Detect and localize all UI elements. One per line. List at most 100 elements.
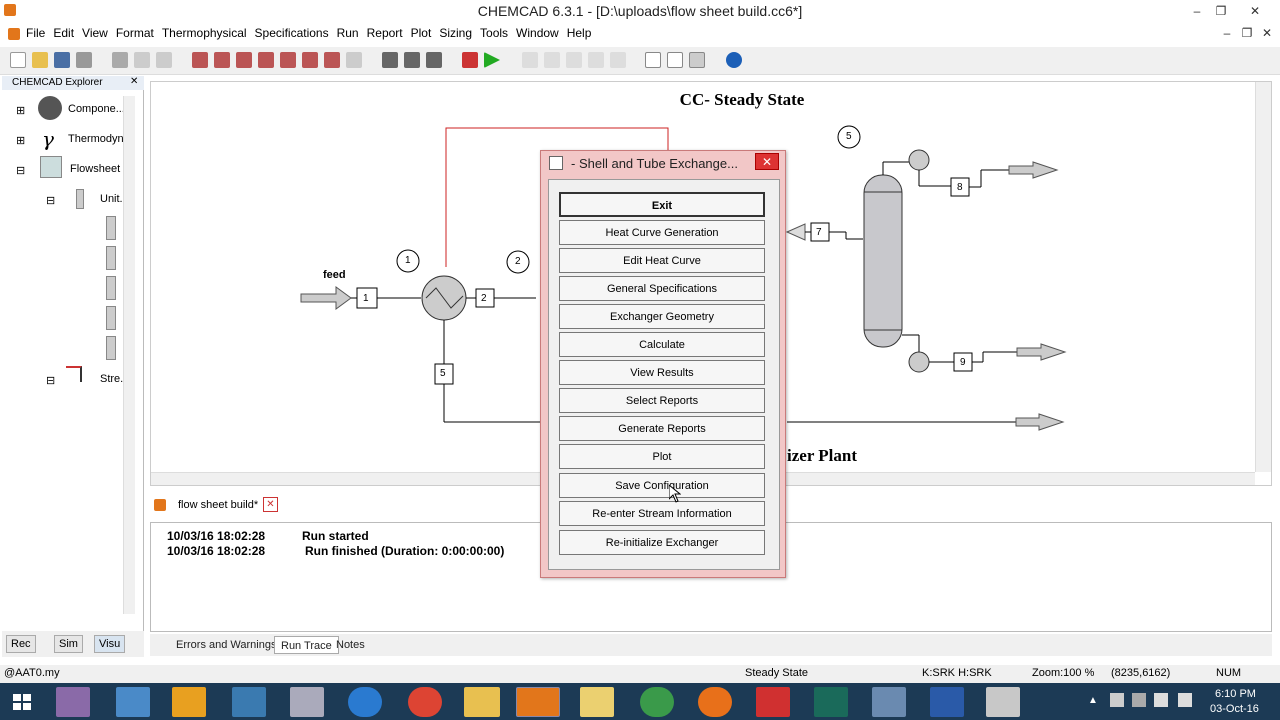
reset-icon[interactable] bbox=[610, 52, 626, 68]
zoom-out-icon[interactable] bbox=[236, 52, 252, 68]
word-icon[interactable] bbox=[930, 687, 964, 717]
c-icon[interactable] bbox=[645, 52, 661, 68]
zoom-in-icon[interactable] bbox=[214, 52, 230, 68]
layer-icon[interactable] bbox=[346, 52, 362, 68]
tree-expand-icon[interactable]: ⊞ bbox=[16, 104, 25, 117]
stop-icon[interactable] bbox=[566, 52, 582, 68]
app-icon[interactable] bbox=[640, 687, 674, 717]
menu-view[interactable]: View bbox=[78, 23, 112, 43]
tree-collapse-icon[interactable]: ⊟ bbox=[46, 194, 55, 207]
tree-item-flowsheet[interactable]: Flowsheet bbox=[70, 163, 120, 175]
generate-reports-button[interactable]: Generate Reports bbox=[559, 416, 765, 441]
menu-window[interactable]: Window bbox=[512, 23, 563, 43]
menu-specifications[interactable]: Specifications bbox=[251, 23, 333, 43]
lock-icon[interactable] bbox=[426, 52, 442, 68]
unit-item-icon[interactable] bbox=[106, 216, 116, 240]
info-icon[interactable] bbox=[726, 52, 742, 68]
menu-run[interactable]: Run bbox=[333, 23, 363, 43]
zoom-icon[interactable] bbox=[192, 52, 208, 68]
menu-sizing[interactable]: Sizing bbox=[435, 23, 476, 43]
pause-icon[interactable] bbox=[544, 52, 560, 68]
zoom-window-icon[interactable] bbox=[280, 52, 296, 68]
plot-button[interactable]: Plot bbox=[559, 444, 765, 469]
exchanger-geometry-button[interactable]: Exchanger Geometry bbox=[559, 304, 765, 329]
p-icon[interactable] bbox=[667, 52, 683, 68]
menu-help[interactable]: Help bbox=[563, 23, 596, 43]
menu-format[interactable]: Format bbox=[112, 23, 158, 43]
open-icon[interactable] bbox=[32, 52, 48, 68]
exit-button[interactable]: Exit bbox=[559, 192, 765, 217]
chrome-icon[interactable] bbox=[408, 687, 442, 717]
tray-chevron-icon[interactable]: ▲ bbox=[1088, 695, 1098, 706]
tab-notes[interactable]: Notes bbox=[330, 636, 371, 654]
recorder-icon[interactable] bbox=[756, 687, 790, 717]
print-preview-icon[interactable] bbox=[76, 52, 92, 68]
firefox-icon[interactable] bbox=[698, 687, 732, 717]
unit-item-icon[interactable] bbox=[106, 246, 116, 270]
canvas-vertical-scrollbar[interactable] bbox=[1255, 82, 1271, 472]
edit-heat-curve-button[interactable]: Edit Heat Curve bbox=[559, 248, 765, 273]
run-step-icon[interactable] bbox=[462, 52, 478, 68]
tree-item-components[interactable]: Compone... bbox=[68, 103, 125, 115]
record-icon[interactable] bbox=[522, 52, 538, 68]
copy-icon[interactable] bbox=[134, 52, 150, 68]
chemcad-taskbar-icon[interactable] bbox=[516, 687, 560, 717]
save-configuration-button[interactable]: Save Configuration bbox=[559, 473, 765, 498]
app-icon[interactable] bbox=[56, 687, 90, 717]
menu-plot[interactable]: Plot bbox=[407, 23, 436, 43]
app-icon[interactable] bbox=[814, 687, 848, 717]
volume-icon[interactable] bbox=[1178, 693, 1192, 707]
tray-icon[interactable] bbox=[1110, 693, 1124, 707]
network-icon[interactable] bbox=[1154, 693, 1168, 707]
chart-icon[interactable] bbox=[689, 52, 705, 68]
file-explorer-icon[interactable] bbox=[464, 687, 500, 717]
app-icon[interactable] bbox=[116, 687, 150, 717]
tray-icon[interactable] bbox=[1132, 693, 1146, 707]
menu-edit[interactable]: Edit bbox=[49, 23, 78, 43]
tree-collapse-icon[interactable]: ⊟ bbox=[46, 374, 55, 387]
cut-icon[interactable] bbox=[112, 52, 128, 68]
folder-icon[interactable] bbox=[580, 687, 614, 717]
step-icon[interactable] bbox=[588, 52, 604, 68]
tab-recent[interactable]: Rec bbox=[6, 635, 36, 653]
tools-icon[interactable] bbox=[404, 52, 420, 68]
view-results-button[interactable]: View Results bbox=[559, 360, 765, 385]
heat-curve-generation-button[interactable]: Heat Curve Generation bbox=[559, 220, 765, 245]
pan-icon[interactable] bbox=[302, 52, 318, 68]
app-icon[interactable] bbox=[872, 687, 906, 717]
app-icon[interactable] bbox=[986, 687, 1020, 717]
internet-explorer-icon[interactable] bbox=[348, 687, 382, 717]
unit-item-icon[interactable] bbox=[106, 276, 116, 300]
tree-collapse-icon[interactable]: ⊟ bbox=[16, 164, 25, 177]
run-icon[interactable] bbox=[484, 52, 500, 68]
explorer-scrollbar[interactable] bbox=[123, 96, 135, 614]
unit-item-icon[interactable] bbox=[106, 306, 116, 330]
doc-close-button[interactable]: ✕ bbox=[1252, 23, 1280, 43]
print-icon[interactable] bbox=[382, 52, 398, 68]
app-icon[interactable] bbox=[290, 687, 324, 717]
tab-visual[interactable]: Visu bbox=[94, 635, 126, 653]
select-reports-button[interactable]: Select Reports bbox=[559, 388, 765, 413]
tab-simulation[interactable]: Sim bbox=[54, 635, 83, 653]
dialog-close-button[interactable]: ✕ bbox=[755, 153, 779, 170]
reenter-stream-information-button[interactable]: Re-enter Stream Information bbox=[559, 501, 765, 526]
restore-button[interactable]: ❐ bbox=[1206, 0, 1236, 23]
new-icon[interactable] bbox=[10, 52, 26, 68]
tree-expand-icon[interactable]: ⊞ bbox=[16, 134, 25, 147]
menu-thermophysical[interactable]: Thermophysical bbox=[158, 23, 251, 43]
tree-item-thermodynamics[interactable]: Thermodyn bbox=[68, 133, 124, 145]
menu-report[interactable]: Report bbox=[363, 23, 407, 43]
calculate-button[interactable]: Calculate bbox=[559, 332, 765, 357]
document-close-icon[interactable]: ✕ bbox=[263, 497, 278, 512]
windows-start-icon[interactable] bbox=[4, 687, 40, 717]
explorer-close-icon[interactable]: ✕ bbox=[130, 76, 138, 87]
close-button[interactable]: ✕ bbox=[1240, 0, 1270, 23]
general-specifications-button[interactable]: General Specifications bbox=[559, 276, 765, 301]
menu-file[interactable]: File bbox=[22, 23, 49, 43]
save-icon[interactable] bbox=[54, 52, 70, 68]
tab-errors-warnings[interactable]: Errors and Warnings bbox=[170, 636, 282, 654]
redraw-icon[interactable] bbox=[324, 52, 340, 68]
paste-icon[interactable] bbox=[156, 52, 172, 68]
document-tab[interactable]: flow sheet build* ✕ bbox=[150, 495, 280, 515]
reinitialize-exchanger-button[interactable]: Re-initialize Exchanger bbox=[559, 530, 765, 555]
